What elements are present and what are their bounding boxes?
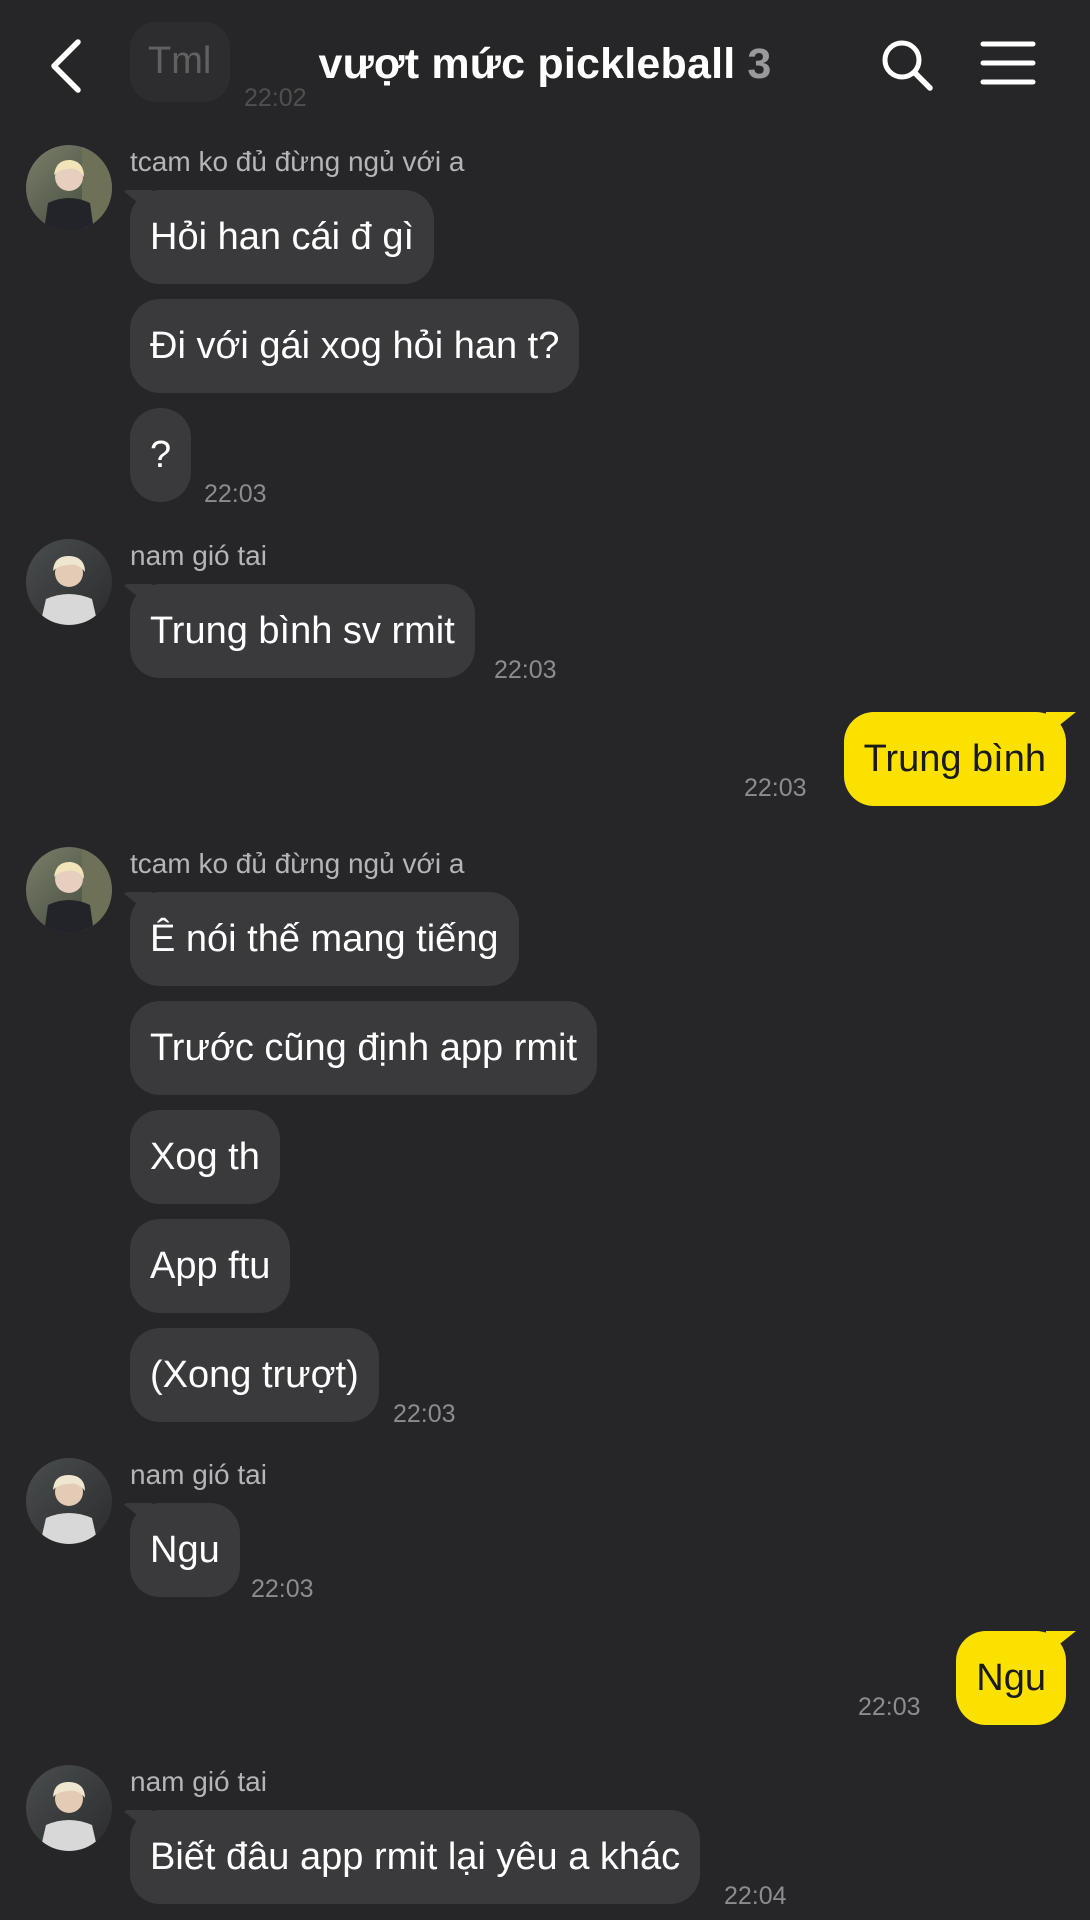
search-button[interactable] (878, 36, 936, 94)
avatar[interactable] (26, 539, 112, 625)
chat-header: Tml 22:02 vượt mức pickleball 3 (0, 0, 1090, 132)
message-time: 22:03 (251, 1575, 314, 1603)
member-count: 3 (747, 40, 772, 88)
message-time: 22:04 (724, 1882, 787, 1910)
hamburger-menu-icon (980, 41, 1036, 85)
chat-name: vượt mức pickleball (318, 40, 736, 88)
message-time: 22:03 (744, 774, 807, 802)
message-time: 22:03 (494, 656, 557, 684)
message-bubble-mine[interactable]: Trung bình (843, 712, 1066, 806)
sender-name: nam gió tai (130, 1766, 267, 1797)
sender-name: tcam ko đủ đừng ngủ với a (130, 146, 465, 177)
search-icon (882, 40, 933, 91)
message-bubble[interactable]: Biết đâu app rmit lại yêu a khác (130, 1810, 701, 1904)
sender-name: tcam ko đủ đừng ngủ với a (130, 848, 465, 879)
avatar[interactable] (26, 1458, 112, 1544)
menu-button[interactable] (980, 38, 1036, 88)
avatar[interactable] (26, 847, 112, 933)
message-time: 22:03 (204, 480, 267, 508)
message-bubble[interactable]: Ngu (130, 1503, 240, 1597)
message-bubble[interactable]: Xog th (130, 1110, 280, 1204)
avatar[interactable] (26, 1765, 112, 1851)
message-bubble[interactable]: Đi với gái xog hỏi han t? (130, 299, 580, 393)
sender-name: nam gió tai (130, 540, 267, 571)
message-bubble[interactable]: Trước cũng định app rmit (130, 1001, 597, 1095)
sender-name: nam gió tai (130, 1459, 267, 1490)
message-bubble[interactable]: App ftu (130, 1219, 291, 1313)
message-bubble[interactable]: ? (130, 408, 192, 502)
avatar[interactable] (26, 145, 112, 231)
message-bubble[interactable]: (Xong trượt) (130, 1328, 379, 1422)
message-bubble[interactable]: Trung bình sv rmit (130, 584, 475, 678)
message-time: 22:03 (393, 1400, 456, 1428)
message-bubble-mine[interactable]: Ngu (956, 1631, 1066, 1725)
message-bubble[interactable]: Hỏi han cái đ gì (130, 190, 435, 284)
message-bubble[interactable]: Ê nói thế mang tiếng (130, 892, 519, 986)
message-time: 22:03 (858, 1693, 921, 1721)
